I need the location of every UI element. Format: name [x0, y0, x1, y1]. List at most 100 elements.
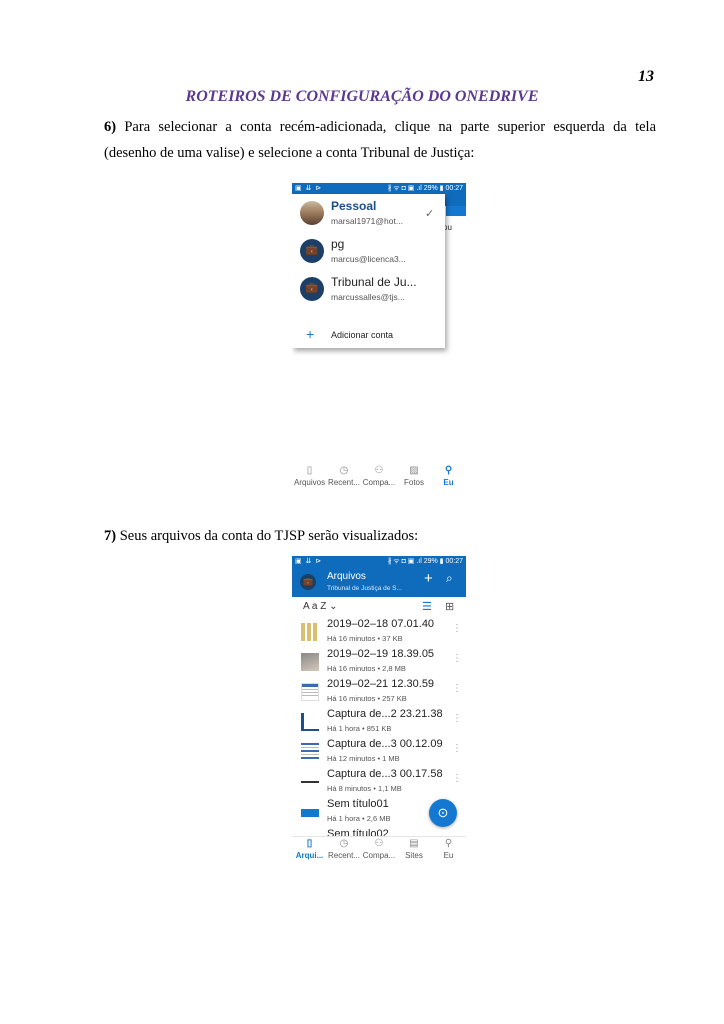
briefcase-icon: 💼 — [300, 277, 324, 301]
account-name: Tribunal de Ju... — [331, 275, 417, 289]
person-icon: ⚲ — [444, 838, 453, 849]
briefcase-icon[interactable]: 💼 — [300, 574, 316, 590]
account-email: marsal1971@hot... — [331, 216, 403, 226]
status-bar: ▣ ⇊ ⊳ ∦ ᯤ ◘ ▣ .ıl 29% ▮ 00:27 — [292, 183, 466, 194]
tab-sites[interactable]: ▤ Sites — [397, 837, 431, 864]
tab-eu[interactable]: ⚲ Eu — [431, 464, 466, 491]
tab-arquivos[interactable]: ▯ Arquivos — [292, 464, 327, 491]
account-item-pessoal[interactable]: Pessoal marsal1971@hot... ✓ — [292, 194, 445, 232]
file-thumbnail — [301, 713, 319, 731]
step-7-text: Seus arquivos da conta do TJSP serão vis… — [119, 528, 419, 544]
app-header-strip — [446, 206, 466, 216]
more-icon[interactable]: ⋮ — [452, 653, 462, 664]
status-bar-right: ∦ ᯤ ◘ ▣ .ıl 29% ▮ 00:27 — [387, 558, 463, 565]
file-meta: Há 16 minutos • 257 KB — [327, 694, 407, 703]
screenshot-account-switcher: ▣ ⇊ ⊳ ∦ ᯤ ◘ ▣ .ıl 29% ▮ 00:27 ou Pessoal… — [292, 183, 466, 491]
screenshot-file-list: ▣ ⇊ ⊳ ∦ ᯤ ◘ ▣ .ıl 29% ▮ 00:27 💼 Arquivos… — [292, 556, 466, 864]
file-meta: Há 16 minutos • 2,8 MB — [327, 664, 406, 673]
tab-label: Recent... — [327, 478, 360, 487]
status-bar-right: ∦ ᯤ ◘ ▣ .ıl 29% ▮ 00:27 — [387, 185, 463, 192]
file-icon: ▯ — [306, 465, 313, 476]
add-account-label: Adicionar conta — [331, 330, 394, 340]
step-7-paragraph: 7) Seus arquivos da conta do TJSP serão … — [104, 523, 656, 549]
tab-recentes[interactable]: ◷ Recent... — [327, 837, 361, 864]
file-row[interactable]: 2019–02–21 12.30.59 Há 16 minutos • 257 … — [292, 677, 466, 707]
tab-compartilhados[interactable]: ⚇ Compa... — [361, 464, 397, 491]
photo-icon: ▨ — [409, 465, 419, 476]
camera-scan-button[interactable]: ⊙ — [429, 799, 457, 827]
app-header: 💼 Arquivos Tribunal de Justiça de S... +… — [292, 567, 466, 597]
header-subtitle: Tribunal de Justiça de S... — [327, 585, 402, 592]
file-meta: Há 1 hora • 2,6 MB — [327, 814, 391, 823]
sort-dropdown[interactable]: A a Z ⌄ — [303, 601, 338, 612]
more-icon[interactable]: ⋮ — [452, 683, 462, 694]
file-name: 2019–02–19 18.39.05 — [327, 648, 435, 660]
grid-view-icon[interactable]: ⊞ — [445, 600, 454, 613]
tab-label: Eu — [443, 851, 454, 860]
briefcase-icon: 💼 — [300, 239, 324, 263]
tab-label: Compa... — [362, 478, 396, 487]
search-icon[interactable]: ⌕ — [446, 571, 453, 586]
step-6-number: 6) — [104, 119, 117, 135]
tab-label: Sites — [405, 851, 423, 860]
status-bar-left: ▣ ⇊ ⊳ — [295, 558, 323, 565]
step-6-paragraph: 6) Para selecionar a conta recém-adicion… — [104, 114, 656, 166]
status-bar-left: ▣ ⇊ ⊳ — [295, 185, 323, 192]
file-thumbnail — [301, 653, 319, 671]
sites-icon: ▤ — [409, 838, 419, 849]
more-icon[interactable]: ⋮ — [452, 773, 462, 784]
add-icon[interactable]: + — [424, 571, 433, 587]
file-row[interactable]: 2019–02–18 07.01.40 Há 16 minutos • 37 K… — [292, 617, 466, 647]
file-meta: Há 8 minutos • 1,1 MB — [327, 784, 402, 793]
file-name: Sem título01 — [327, 798, 389, 810]
file-thumbnail — [301, 773, 319, 791]
step-7-number: 7) — [104, 528, 117, 544]
file-thumbnail — [301, 683, 319, 701]
tab-compartilhados[interactable]: ⚇ Compa... — [361, 837, 397, 864]
file-name: 2019–02–21 12.30.59 — [327, 678, 435, 690]
tab-arquivos[interactable]: ▯ Arqui... — [292, 837, 327, 864]
account-name: pg — [331, 237, 345, 251]
tab-label: Compa... — [362, 851, 396, 860]
more-icon[interactable]: ⋮ — [452, 623, 462, 634]
file-row[interactable]: Captura de...2 23.21.38 Há 1 hora • 851 … — [292, 707, 466, 737]
more-icon[interactable]: ⋮ — [452, 743, 462, 754]
tab-fotos[interactable]: ▨ Fotos — [397, 464, 431, 491]
file-name: 2019–02–18 07.01.40 — [327, 618, 435, 630]
tab-label: Recent... — [327, 851, 360, 860]
account-item-pg[interactable]: 💼 pg marcus@licenca3... — [292, 232, 445, 270]
plus-icon: + — [306, 326, 315, 342]
bottom-tab-bar: ▯ Arqui... ◷ Recent... ⚇ Compa... ▤ Site… — [292, 836, 466, 864]
file-meta: Há 16 minutos • 37 KB — [327, 634, 403, 643]
account-switcher-panel: Pessoal marsal1971@hot... ✓ 💼 pg marcus@… — [292, 194, 445, 348]
checkmark-icon: ✓ — [425, 208, 435, 220]
account-item-tribunal[interactable]: 💼 Tribunal de Ju... marcussalles@tjs... — [292, 270, 445, 308]
clock-icon: ◷ — [339, 838, 349, 849]
file-meta: Há 1 hora • 851 KB — [327, 724, 392, 733]
list-view-icon[interactable]: ☰ — [422, 600, 432, 613]
bottom-tab-bar: ▯ Arquivos ◷ Recent... ⚇ Compa... ▨ Foto… — [292, 464, 466, 491]
step-6-text: Para selecionar a conta recém-adicionada… — [104, 119, 657, 161]
tab-label: Eu — [443, 478, 454, 487]
tab-eu[interactable]: ⚲ Eu — [431, 837, 466, 864]
file-name: Captura de...3 00.17.58 — [327, 768, 443, 780]
tab-recentes[interactable]: ◷ Recent... — [327, 464, 361, 491]
person-icon: ⚲ — [444, 465, 453, 476]
file-thumbnail — [301, 803, 319, 821]
file-row[interactable]: Captura de...3 00.12.09 Há 12 minutos • … — [292, 737, 466, 767]
tab-label: Arquivos — [293, 478, 326, 487]
file-row[interactable]: Captura de...3 00.17.58 Há 8 minutos • 1… — [292, 767, 466, 797]
file-row[interactable]: 2019–02–19 18.39.05 Há 16 minutos • 2,8 … — [292, 647, 466, 677]
account-email: marcussalles@tjs... — [331, 292, 405, 302]
file-thumbnail — [301, 743, 319, 761]
document-title: ROTEIROS DE CONFIGURAÇÃO DO ONEDRIVE — [185, 88, 539, 105]
file-icon: ▯ — [306, 838, 313, 849]
status-bar: ▣ ⇊ ⊳ ∦ ᯤ ◘ ▣ .ıl 29% ▮ 00:27 — [292, 556, 466, 567]
file-name: Captura de...3 00.12.09 — [327, 738, 443, 750]
people-icon: ⚇ — [374, 838, 384, 849]
sort-bar: A a Z ⌄ ☰ ⊞ — [292, 597, 466, 617]
more-icon[interactable]: ⋮ — [452, 713, 462, 724]
add-account-button[interactable]: + Adicionar conta — [292, 325, 445, 347]
page-number: 13 — [638, 68, 654, 85]
tab-label: Arqui... — [295, 851, 324, 860]
